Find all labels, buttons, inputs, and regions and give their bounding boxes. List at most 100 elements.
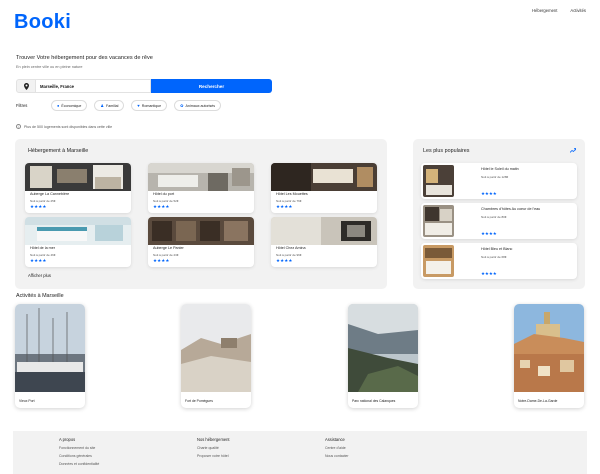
- hotel-image: [148, 163, 254, 191]
- header: Booki Hébergement Activités: [0, 0, 600, 40]
- hotel-price: Nuit à partir de 96€: [276, 253, 302, 257]
- popular-hotel-card[interactable]: Hôtel Bleu et Blanc Nuit à partir de 68€…: [421, 243, 577, 279]
- filters-row: Filtres ● Économique ♟ Familial ♥ Romant…: [16, 100, 228, 111]
- rating-stars: ★★★★: [481, 271, 497, 276]
- booki-logo[interactable]: Booki: [14, 11, 71, 34]
- hotel-name: Hôtel le Soleil du matin: [481, 167, 519, 171]
- hotel-card[interactable]: Hôtel de la mer Nuit à partir de 46€ ★★★…: [25, 217, 131, 267]
- activity-image: [514, 304, 584, 392]
- hotel-price: Nuit à partir de 128€: [481, 175, 509, 179]
- hotel-price: Nuit à partir de 23€: [153, 253, 179, 257]
- heart-icon: ♥: [137, 103, 140, 108]
- hotel-name: Auberge La Cannebière: [30, 192, 70, 196]
- hotel-price: Nuit à partir de 68€: [481, 255, 507, 259]
- footer-link[interactable]: Centre d'aide: [325, 446, 349, 450]
- activity-image: [15, 304, 85, 392]
- activity-card[interactable]: Parc national des Calanques: [348, 304, 418, 408]
- hotel-name: Hôtel Les Mouettes: [276, 192, 308, 196]
- hotel-name: Chambres d'hôtes Au coeur de l'eau: [481, 207, 541, 211]
- hotel-image: [271, 163, 377, 191]
- rating-stars: ★★★★: [276, 204, 293, 209]
- family-icon: ♟: [100, 103, 104, 108]
- activity-card[interactable]: Fort de Pomègues: [181, 304, 251, 408]
- search-bar: Rechercher: [16, 79, 272, 93]
- popular-hotel-card[interactable]: Hôtel le Soleil du matin Nuit à partir d…: [421, 163, 577, 199]
- show-more-link[interactable]: Afficher plus: [28, 273, 51, 278]
- hotel-card[interactable]: Hôtel Chez Amina Nuit à partir de 96€ ★★…: [271, 217, 377, 267]
- main-nav: Hébergement Activités: [532, 8, 586, 13]
- hotel-price: Nuit à partir de 46€: [30, 253, 56, 257]
- footer-link[interactable]: Données et confidentialité: [59, 462, 99, 466]
- filter-chip-romantique[interactable]: ♥ Romantique: [131, 100, 168, 111]
- hotel-name: Hôtel Chez Amina: [276, 246, 306, 250]
- rating-stars: ★★★★: [153, 204, 170, 209]
- popular-panel: Les plus populaires Hôtel le Soleil du m…: [413, 139, 585, 289]
- activity-label: Fort de Pomègues: [185, 399, 213, 403]
- activity-card[interactable]: Notre-Dame-De-La-Garde: [514, 304, 584, 408]
- nav-link-hebergement[interactable]: Hébergement: [532, 8, 557, 13]
- footer-column: Assistance Centre d'aide Nous contacter: [325, 437, 349, 462]
- hotel-card[interactable]: Hôtel Les Mouettes Nuit à partir de 76€ …: [271, 163, 377, 213]
- hotel-image: [423, 205, 454, 237]
- hotel-price: Nuit à partir de 52€: [153, 199, 179, 203]
- hotel-name: Hôtel Bleu et Blanc: [481, 247, 513, 251]
- footer-heading: Assistance: [325, 437, 345, 442]
- hotel-image: [423, 245, 454, 277]
- popular-hotel-card[interactable]: Chambres d'hôtes Au coeur de l'eau Nuit …: [421, 203, 577, 239]
- footer-link[interactable]: Conditions générales: [59, 454, 99, 458]
- footer-link[interactable]: Charte qualité: [197, 446, 230, 450]
- rating-stars: ★★★★: [481, 191, 497, 196]
- activity-card[interactable]: Vieux Port: [15, 304, 85, 408]
- location-pin-icon: [16, 79, 36, 93]
- hotel-image: [148, 217, 254, 245]
- popular-title: Les plus populaires: [423, 148, 470, 154]
- availability-info: i Plus de 500 logements sont disponibles…: [16, 124, 112, 129]
- hotel-card[interactable]: Auberge La Cannebière Nuit à partir de 2…: [25, 163, 131, 213]
- filter-chip-economique[interactable]: ● Économique: [51, 100, 88, 111]
- rating-stars: ★★★★: [481, 231, 497, 236]
- hotel-image: [25, 217, 131, 245]
- footer-heading: A propos: [59, 437, 76, 442]
- paw-icon: ✿: [180, 103, 184, 108]
- nav-link-activites[interactable]: Activités: [570, 8, 586, 13]
- activity-label: Vieux Port: [19, 399, 35, 403]
- hotels-title: Hébergement à Marseille: [28, 148, 89, 154]
- search-button[interactable]: Rechercher: [151, 79, 272, 93]
- money-icon: ●: [57, 103, 60, 108]
- availability-text: Plus de 500 logements sont disponibles d…: [24, 124, 113, 129]
- rating-stars: ★★★★: [153, 258, 170, 263]
- hero-subtitle: En plein centre ville ou en pleine natur…: [16, 65, 83, 69]
- search-input[interactable]: [36, 79, 151, 93]
- footer-link[interactable]: Nous contacter: [325, 454, 349, 458]
- info-icon: i: [16, 124, 21, 129]
- footer-column: A propos Fonctionnement du site Conditio…: [59, 437, 99, 470]
- hotel-price: Nuit à partir de 25€: [30, 199, 56, 203]
- activities-title: Activités à Marseille: [16, 293, 64, 299]
- activity-label: Notre-Dame-De-La-Garde: [518, 399, 558, 403]
- trending-up-icon: [569, 148, 577, 155]
- footer-link[interactable]: Proposer votre hôtel: [197, 454, 230, 458]
- hotel-name: Auberge Le Panier: [153, 246, 184, 250]
- footer-column: Nos hébergement Charte qualité Proposer …: [197, 437, 230, 462]
- hotels-panel: Hébergement à Marseille Auberge La Canne…: [15, 139, 387, 289]
- activity-image: [348, 304, 418, 392]
- hotel-price: Nuit à partir de 76€: [276, 199, 302, 203]
- filter-chip-familial[interactable]: ♟ Familial: [94, 100, 125, 111]
- activity-image: [181, 304, 251, 392]
- rating-stars: ★★★★: [276, 258, 293, 263]
- rating-stars: ★★★★: [30, 204, 47, 209]
- hotel-card[interactable]: Auberge Le Panier Nuit à partir de 23€ ★…: [148, 217, 254, 267]
- filter-chip-animaux[interactable]: ✿ Animaux autorisés: [174, 100, 222, 111]
- hotel-price: Nuit à partir de 80€: [481, 215, 507, 219]
- footer-link[interactable]: Fonctionnement du site: [59, 446, 99, 450]
- hotel-image: [271, 217, 377, 245]
- filters-label: Filtres: [16, 103, 28, 108]
- hotel-name: Hôtel de la mer: [30, 246, 56, 250]
- footer-heading: Nos hébergement: [197, 437, 230, 442]
- footer: A propos Fonctionnement du site Conditio…: [13, 431, 587, 474]
- hotel-image: [25, 163, 131, 191]
- hotel-card[interactable]: Hôtel du port Nuit à partir de 52€ ★★★★: [148, 163, 254, 213]
- hero-title: Trouver Votre hébergement pour des vacan…: [16, 55, 153, 61]
- activity-label: Parc national des Calanques: [352, 399, 396, 403]
- hotel-image: [423, 165, 454, 197]
